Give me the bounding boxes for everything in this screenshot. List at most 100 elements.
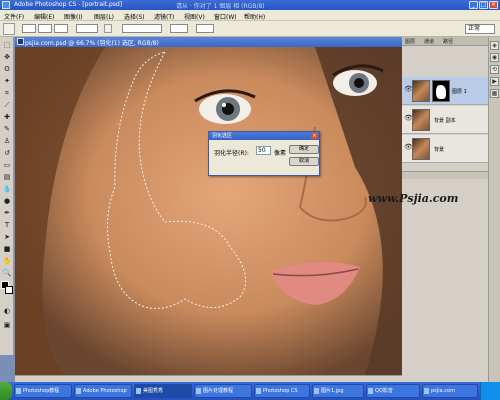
menu-file[interactable]: 文件(F) [4,12,24,21]
brush-tool-icon[interactable]: ✎ [2,125,12,134]
taskbar-item[interactable]: QQ影音 [366,384,420,398]
taskbar-item[interactable]: 图片处理教程 [194,384,252,398]
healing-brush-icon[interactable]: ✚ [2,113,12,122]
watermark: www.Psjia.com [368,192,459,205]
menu-image[interactable]: 图像(I) [64,12,82,21]
layer-row-3[interactable]: 👁 背景 [402,135,488,163]
width-field[interactable] [170,24,188,33]
taskbar-item[interactable]: Adobe Photoshop [74,384,132,398]
app-title: Adobe Photoshop CS - [portrait.psd] [14,1,123,8]
menu-help[interactable]: 帮助(H) [244,12,265,21]
taskbar-item[interactable]: Photoshop教程 [14,384,72,398]
selection-mode-new[interactable] [22,24,36,33]
cancel-button[interactable]: 取消 [289,157,319,166]
document-icon [17,38,24,45]
start-button[interactable] [0,382,12,400]
window-controls: _ □ × [469,1,498,9]
layers-panel: 图层 通道 路径 👁 图层 1 👁 背景 副本 👁 背景 [402,37,488,382]
panel-dock: ◈ ◉ ⟲ ▶ ▦ [488,37,500,382]
move-tool-icon[interactable]: ✥ [2,53,12,62]
menu-bar: 文件(F) 编辑(E) 图像(I) 图层(L) 选择(S) 滤镜(T) 视图(V… [0,10,500,21]
tool-preset-icon[interactable] [3,23,15,35]
screen-mode-icon[interactable]: ▣ [2,321,12,330]
magic-wand-icon[interactable]: ✦ [2,77,12,86]
background-color-swatch[interactable] [5,286,13,294]
taskbar: Photoshop教程 Adobe Photoshop 美图秀秀 图片处理教程 … [0,382,500,400]
dialog-close-icon[interactable]: × [311,133,318,139]
type-tool-icon[interactable]: T [2,221,12,230]
style-field[interactable] [122,24,162,33]
gradient-tool-icon[interactable]: ▤ [2,173,12,182]
lasso-tool-icon[interactable]: ʘ [2,65,12,74]
blur-tool-icon[interactable]: 💧 [2,185,12,194]
slice-tool-icon[interactable]: ⟋ [2,101,12,110]
document-title-bar: psjia.com.psd @ 66.7% (羽化(1) 选区, RGB/8) [15,37,402,47]
feather-radius-label: 羽化半径(R): [214,150,249,157]
panel-empty-area [402,179,488,382]
toolbox: ⬚ ✥ ʘ ✦ ⌗ ⟋ ✚ ✎ ♙ ↺ ▭ ▤ 💧 ● ✒ T ➤ ■ ✋ 🔍 … [0,37,14,355]
dodge-tool-icon[interactable]: ● [2,197,12,206]
feather-radius-input[interactable]: 50 [256,146,271,155]
feather-dialog: 羽化选区 × 羽化半径(R): 50 像素 确定 取消 [208,131,320,176]
photoshop-icon [2,1,10,9]
antialias-checkbox[interactable] [104,24,112,33]
tab-paths[interactable]: 路径 [443,38,453,45]
menu-window[interactable]: 窗口(W) [214,12,237,21]
minimize-icon[interactable]: _ [469,1,478,9]
tab-channels[interactable]: 通道 [424,38,434,45]
path-select-icon[interactable]: ➤ [2,233,12,242]
feather-field[interactable] [76,24,98,33]
marquee-tool-icon[interactable]: ⬚ [2,41,12,50]
layer-name: 图层 1 [452,89,467,95]
taskbar-item[interactable]: psjia.com [422,384,478,398]
zoom-tool-icon[interactable]: 🔍 [2,269,12,278]
taskbar-item[interactable]: 美图秀秀 [134,384,192,398]
layer-row-1[interactable]: 👁 图层 1 [402,77,488,105]
document-title: psjia.com.psd @ 66.7% (羽化(1) 选区, RGB/8) [25,40,159,47]
panel-tabs: 图层 通道 路径 [402,37,488,46]
menu-select[interactable]: 选择(S) [124,12,145,21]
layer-thumbnail [412,109,430,131]
pen-tool-icon[interactable]: ✒ [2,209,12,218]
feather-unit-label: 像素 [274,150,287,157]
menu-view[interactable]: 视图(V) [184,12,205,21]
portrait-photo [15,47,402,375]
selection-mode-subtract[interactable] [54,24,68,33]
layer-name: 背景 副本 [434,118,456,124]
image-canvas[interactable] [15,47,402,375]
hand-tool-icon[interactable]: ✋ [2,257,12,266]
system-tray [480,382,500,400]
history-icon[interactable]: ⟲ [490,65,499,74]
history-brush-icon[interactable]: ↺ [2,149,12,158]
menu-edit[interactable]: 编辑(E) [34,12,54,21]
taskbar-item[interactable]: 图片1.jpg [312,384,364,398]
crop-tool-icon[interactable]: ⌗ [2,89,12,98]
height-field[interactable] [196,24,214,33]
layers-panel-footer [402,171,488,179]
maximize-icon[interactable]: □ [479,1,488,9]
quickmask-icon[interactable]: ◐ [2,307,12,316]
layer-thumbnail [412,138,430,160]
ok-button[interactable]: 确定 [289,145,319,154]
color-icon[interactable]: ◉ [490,53,499,62]
layer-name: 背景 [434,147,445,153]
layer-mask-thumbnail[interactable] [432,80,450,102]
layer-row-2[interactable]: 👁 背景 副本 [402,106,488,134]
close-icon[interactable]: × [489,1,498,9]
layer-thumbnail [412,80,430,102]
styles-icon[interactable]: ▦ [490,89,499,98]
clone-stamp-icon[interactable]: ♙ [2,137,12,146]
shape-tool-icon[interactable]: ■ [2,245,12,254]
navigator-icon[interactable]: ◈ [490,41,499,50]
menu-filter[interactable]: 滤镜(T) [154,12,174,21]
app-title-bar: Adobe Photoshop CS - [portrait.psd] 请从 ·… [0,0,500,10]
workspace-dropdown[interactable]: 正常 [465,24,495,34]
horizontal-scrollbar[interactable] [15,375,402,382]
document-window: psjia.com.psd @ 66.7% (羽化(1) 选区, RGB/8) [15,37,402,382]
selection-mode-add[interactable] [38,24,52,33]
menu-layer[interactable]: 图层(L) [94,12,114,21]
tab-layers[interactable]: 图层 [405,38,415,45]
taskbar-item[interactable]: Photoshop CS [254,384,310,398]
actions-icon[interactable]: ▶ [490,77,499,86]
eraser-tool-icon[interactable]: ▭ [2,161,12,170]
